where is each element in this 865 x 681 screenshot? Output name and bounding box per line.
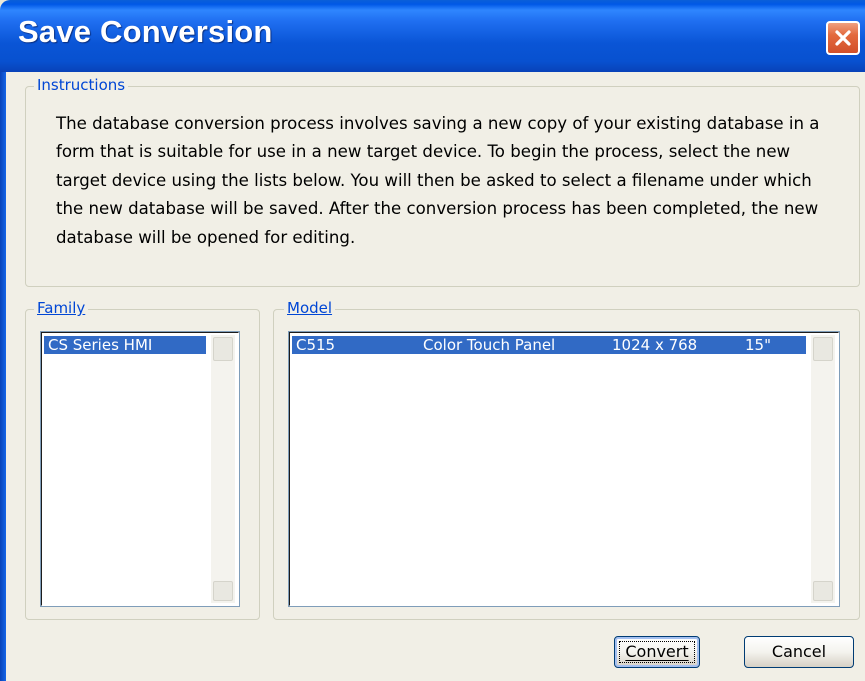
instructions-label: Instructions [34,76,129,94]
family-scroll-down[interactable] [213,581,233,601]
close-button[interactable] [826,21,860,55]
model-list-item[interactable]: C515 Color Touch Panel 1024 x 768 15" [292,336,806,354]
title-bar[interactable]: Save Conversion [0,0,865,72]
model-name-cell: C515 [296,336,336,354]
family-label: Family [34,299,89,317]
convert-button[interactable]: Convert [614,636,700,668]
model-size-cell: 15" [745,336,771,354]
family-list-item[interactable]: CS Series HMI [44,336,206,354]
window-frame-left [0,72,6,681]
model-scroll-up[interactable] [813,337,833,361]
family-scrollbar[interactable] [211,335,235,603]
cancel-button-label: Cancel [771,642,827,661]
family-scroll-up[interactable] [213,337,233,361]
model-scrollbar[interactable] [811,335,835,603]
cancel-button[interactable]: Cancel [744,636,854,668]
focus-rectangle [619,641,695,663]
model-listbox-frame [289,332,839,606]
dialog-title: Save Conversion [18,14,273,49]
family-listbox[interactable]: CS Series HMI [40,331,240,607]
model-resolution-cell: 1024 x 768 [612,336,698,354]
family-listbox-frame [41,332,239,606]
model-scroll-down[interactable] [813,581,833,601]
save-conversion-dialog: Save Conversion Instructions The databas… [0,0,865,681]
family-item-label: CS Series HMI [48,336,153,354]
instructions-group: Instructions The database conversion pro… [25,76,860,287]
model-label: Model [284,299,336,317]
model-listbox[interactable]: C515 Color Touch Panel 1024 x 768 15" [288,331,840,607]
instructions-text: The database conversion process involves… [56,114,820,247]
model-type-cell: Color Touch Panel [423,336,556,354]
